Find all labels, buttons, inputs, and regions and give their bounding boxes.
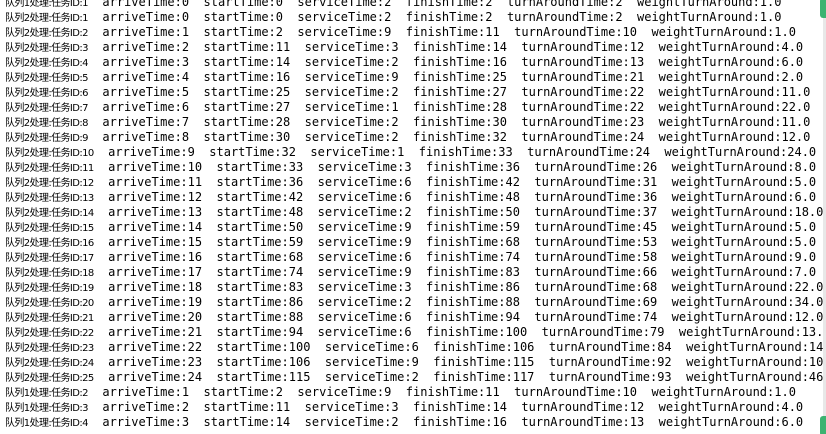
line-text: arriveTime:8 startTime:30 serviceTime:2 … xyxy=(87,130,811,144)
line-prefix: 队列1处理:任务ID:1 xyxy=(5,0,89,9)
line-prefix: 队列2处理:任务ID:11 xyxy=(5,163,94,174)
line-text: arriveTime:12 startTime:42 serviceTime:6… xyxy=(93,190,817,204)
line-text: arriveTime:21 startTime:94 serviceTime:6… xyxy=(93,325,826,339)
console-lines: 队列1处理:任务ID:1 arriveTime:0 startTime:0 se… xyxy=(5,0,826,430)
console-line: 队列2处理:任务ID:8 arriveTime:7 startTime:28 s… xyxy=(5,115,826,130)
line-text: arriveTime:6 startTime:27 serviceTime:1 … xyxy=(87,100,811,114)
console-line: 队列2处理:任务ID:6 arriveTime:5 startTime:25 s… xyxy=(5,85,826,100)
line-text: arriveTime:2 startTime:11 serviceTime:3 … xyxy=(87,400,804,414)
line-text: arriveTime:19 startTime:86 serviceTime:2… xyxy=(93,295,824,309)
console-line: 队列2处理:任务ID:10 arriveTime:9 startTime:32 … xyxy=(5,145,826,160)
console-line: 队列2处理:任务ID:9 arriveTime:8 startTime:30 s… xyxy=(5,130,826,145)
console-line: 队列2处理:任务ID:7 arriveTime:6 startTime:27 s… xyxy=(5,100,826,115)
line-text: arriveTime:11 startTime:36 serviceTime:6… xyxy=(93,175,817,189)
line-text: arriveTime:9 startTime:32 serviceTime:1 … xyxy=(93,145,817,159)
line-prefix: 队列2处理:任务ID:12 xyxy=(5,178,94,189)
console-line: 队列2处理:任务ID:13 arriveTime:12 startTime:42… xyxy=(5,190,826,205)
line-prefix: 队列2处理:任务ID:15 xyxy=(5,223,94,234)
line-prefix: 队列2处理:任务ID:21 xyxy=(5,313,94,324)
line-prefix: 队列2处理:任务ID:25 xyxy=(5,373,94,384)
line-text: arriveTime:0 startTime:0 serviceTime:2 f… xyxy=(87,0,782,9)
console-line: 队列2处理:任务ID:4 arriveTime:3 startTime:14 s… xyxy=(5,55,826,70)
line-prefix: 队列2处理:任务ID:20 xyxy=(5,298,94,309)
console-output[interactable]: 队列1处理:任务ID:1 arriveTime:0 startTime:0 se… xyxy=(0,0,826,434)
edge-indicator-top xyxy=(820,0,826,18)
line-text: arriveTime:14 startTime:50 serviceTime:9… xyxy=(93,220,817,234)
line-text: arriveTime:10 startTime:33 serviceTime:3… xyxy=(93,160,817,174)
line-text: arriveTime:5 startTime:25 serviceTime:2 … xyxy=(87,85,811,99)
line-prefix: 队列2处理:任务ID:4 xyxy=(5,58,89,69)
console-line: 队列2处理:任务ID:12 arriveTime:11 startTime:36… xyxy=(5,175,826,190)
console-line: 队列1处理:任务ID:2 arriveTime:1 startTime:2 se… xyxy=(5,385,826,400)
line-text: arriveTime:2 startTime:11 serviceTime:3 … xyxy=(87,40,804,54)
line-prefix: 队列2处理:任务ID:24 xyxy=(5,358,94,369)
line-text: arriveTime:23 startTime:106 serviceTime:… xyxy=(93,355,826,369)
console-line: 队列2处理:任务ID:5 arriveTime:4 startTime:16 s… xyxy=(5,70,826,85)
console-line: 队列2处理:任务ID:24 arriveTime:23 startTime:10… xyxy=(5,355,826,370)
line-prefix: 队列2处理:任务ID:16 xyxy=(5,238,94,249)
line-prefix: 队列1处理:任务ID:3 xyxy=(5,403,89,414)
line-prefix: 队列2处理:任务ID:18 xyxy=(5,268,94,279)
console-line: 队列2处理:任务ID:17 arriveTime:16 startTime:68… xyxy=(5,250,826,265)
console-line: 队列2处理:任务ID:20 arriveTime:19 startTime:86… xyxy=(5,295,826,310)
console-line: 队列2处理:任务ID:2 arriveTime:1 startTime:2 se… xyxy=(5,25,826,40)
line-text: arriveTime:18 startTime:83 serviceTime:3… xyxy=(93,280,824,294)
line-text: arriveTime:1 startTime:2 serviceTime:9 f… xyxy=(87,385,796,399)
console-line: 队列2处理:任务ID:19 arriveTime:18 startTime:83… xyxy=(5,280,826,295)
console-line: 队列2处理:任务ID:25 arriveTime:24 startTime:11… xyxy=(5,370,826,385)
line-text: arriveTime:24 startTime:115 serviceTime:… xyxy=(93,370,826,384)
line-text: arriveTime:1 startTime:2 serviceTime:9 f… xyxy=(87,25,796,39)
line-prefix: 队列2处理:任务ID:8 xyxy=(5,118,89,129)
console-line: 队列2处理:任务ID:11 arriveTime:10 startTime:33… xyxy=(5,160,826,175)
line-prefix: 队列2处理:任务ID:1 xyxy=(5,13,89,24)
line-prefix: 队列2处理:任务ID:9 xyxy=(5,133,89,144)
console-line: 队列1处理:任务ID:3 arriveTime:2 startTime:11 s… xyxy=(5,400,826,415)
line-prefix: 队列2处理:任务ID:22 xyxy=(5,328,94,339)
line-text: arriveTime:22 startTime:100 serviceTime:… xyxy=(93,340,826,354)
line-text: arriveTime:3 startTime:14 serviceTime:2 … xyxy=(87,415,804,429)
line-prefix: 队列2处理:任务ID:23 xyxy=(5,343,94,354)
line-prefix: 队列2处理:任务ID:13 xyxy=(5,193,94,204)
console-line: 队列2处理:任务ID:23 arriveTime:22 startTime:10… xyxy=(5,340,826,355)
line-prefix: 队列1处理:任务ID:4 xyxy=(5,418,89,429)
console-line: 队列2处理:任务ID:3 arriveTime:2 startTime:11 s… xyxy=(5,40,826,55)
line-prefix: 队列2处理:任务ID:17 xyxy=(5,253,94,264)
console-line: 队列2处理:任务ID:22 arriveTime:21 startTime:94… xyxy=(5,325,826,340)
line-text: arriveTime:15 startTime:59 serviceTime:9… xyxy=(93,235,817,249)
console-line: 队列2处理:任务ID:16 arriveTime:15 startTime:59… xyxy=(5,235,826,250)
line-prefix: 队列2处理:任务ID:5 xyxy=(5,73,89,84)
line-text: arriveTime:16 startTime:68 serviceTime:6… xyxy=(93,250,817,264)
line-text: arriveTime:7 startTime:28 serviceTime:2 … xyxy=(87,115,811,129)
console-line: 队列1处理:任务ID:4 arriveTime:3 startTime:14 s… xyxy=(5,415,826,430)
console-line: 队列1处理:任务ID:1 arriveTime:0 startTime:0 se… xyxy=(5,0,826,10)
line-prefix: 队列2处理:任务ID:10 xyxy=(5,148,94,159)
line-prefix: 队列2处理:任务ID:7 xyxy=(5,103,89,114)
line-prefix: 队列2处理:任务ID:3 xyxy=(5,43,89,54)
line-text: arriveTime:17 startTime:74 serviceTime:9… xyxy=(93,265,817,279)
line-prefix: 队列2处理:任务ID:2 xyxy=(5,28,89,39)
console-line: 队列2处理:任务ID:15 arriveTime:14 startTime:50… xyxy=(5,220,826,235)
line-text: arriveTime:20 startTime:88 serviceTime:6… xyxy=(93,310,824,324)
line-prefix: 队列2处理:任务ID:19 xyxy=(5,283,94,294)
console-line: 队列2处理:任务ID:18 arriveTime:17 startTime:74… xyxy=(5,265,826,280)
line-prefix: 队列1处理:任务ID:2 xyxy=(5,388,89,399)
line-prefix: 队列2处理:任务ID:6 xyxy=(5,88,89,99)
edge-indicator-bottom xyxy=(820,416,826,434)
console-line: 队列2处理:任务ID:21 arriveTime:20 startTime:88… xyxy=(5,310,826,325)
line-prefix: 队列2处理:任务ID:14 xyxy=(5,208,94,219)
line-text: arriveTime:13 startTime:48 serviceTime:2… xyxy=(93,205,824,219)
console-line: 队列2处理:任务ID:1 arriveTime:0 startTime:0 se… xyxy=(5,10,826,25)
line-text: arriveTime:4 startTime:16 serviceTime:9 … xyxy=(87,70,804,84)
console-line: 队列2处理:任务ID:14 arriveTime:13 startTime:48… xyxy=(5,205,826,220)
line-text: arriveTime:3 startTime:14 serviceTime:2 … xyxy=(87,55,804,69)
line-text: arriveTime:0 startTime:0 serviceTime:2 f… xyxy=(87,10,782,24)
